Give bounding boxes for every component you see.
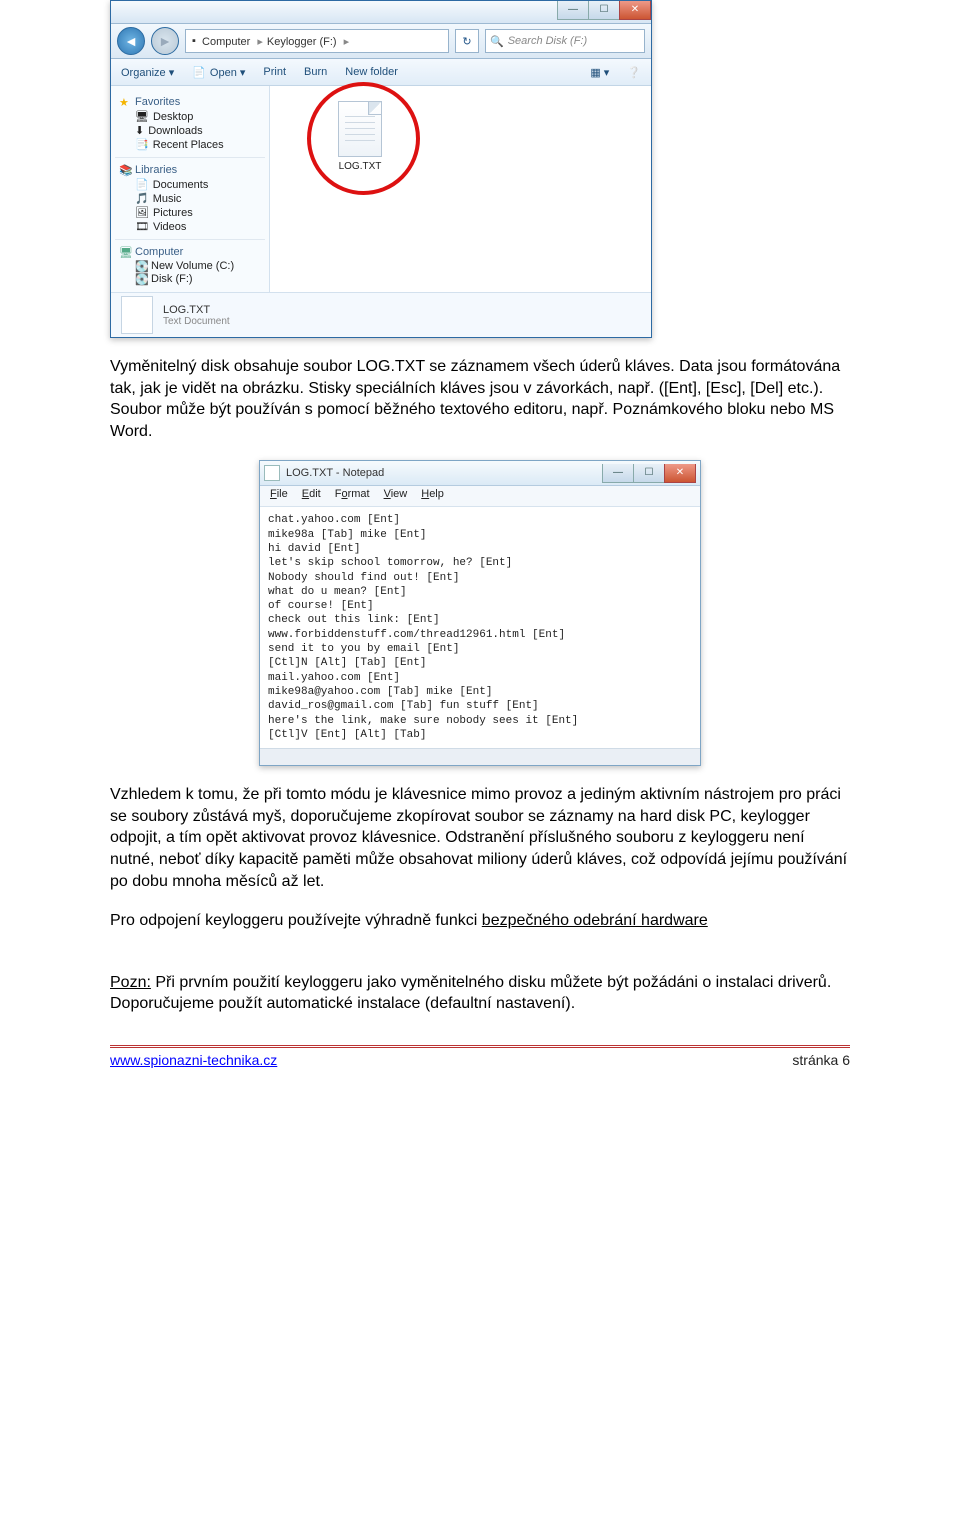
- notepad-title: LOG.TXT - Notepad: [286, 467, 384, 479]
- paragraph-1: Vyměnitelný disk obsahuje soubor LOG.TXT…: [110, 356, 850, 442]
- menu-help[interactable]: Help: [415, 486, 450, 506]
- np-minimize-button[interactable]: —: [602, 464, 634, 483]
- burn-button[interactable]: Burn: [304, 66, 327, 78]
- computer-icon: 🖥: [119, 246, 131, 258]
- footer-page: stránka 6: [792, 1052, 850, 1068]
- menu-edit[interactable]: Edit: [296, 486, 327, 506]
- notepad-body[interactable]: chat.yahoo.com [Ent] mike98a [Tab] mike …: [260, 507, 700, 748]
- np-close-button[interactable]: ✕: [664, 464, 696, 483]
- explorer-titlebar: — ☐ ✕: [111, 1, 651, 24]
- notepad-menu: File Edit Format View Help: [260, 486, 700, 507]
- forward-button[interactable]: ►: [151, 27, 179, 55]
- search-icon: 🔍: [490, 35, 504, 48]
- sidebar-item-volume-c[interactable]: 💽New Volume (C:): [135, 260, 265, 272]
- explorer-content: LOG.TXT: [270, 86, 651, 286]
- disk-icon: 💽: [135, 260, 147, 272]
- explorer-sidebar: ★Favorites 🖥Desktop ⬇Downloads 📑Recent P…: [111, 86, 270, 292]
- newfolder-button[interactable]: New folder: [345, 66, 398, 78]
- note-text: Při prvním použití keyloggeru jako vyměn…: [110, 974, 831, 1013]
- sidebar-item-recent[interactable]: 📑Recent Places: [135, 138, 265, 151]
- minimize-button[interactable]: —: [557, 1, 589, 20]
- sidebar-favorites[interactable]: ★Favorites: [119, 96, 265, 108]
- safe-remove-link[interactable]: bezpečného odebrání hardware: [482, 912, 708, 929]
- details-file-name: LOG.TXT: [163, 304, 230, 316]
- crumb-computer[interactable]: Computer: [202, 35, 267, 48]
- sidebar-item-pictures[interactable]: 🖼Pictures: [135, 206, 265, 219]
- pictures-icon: 🖼: [135, 206, 149, 219]
- details-file-icon: [121, 296, 153, 334]
- sidebar-libraries[interactable]: 📚Libraries: [119, 164, 265, 176]
- refresh-button[interactable]: ↻: [455, 29, 479, 53]
- breadcrumb[interactable]: ▪ ComputerKeylogger (F:): [185, 29, 449, 53]
- sidebar-computer[interactable]: 🖥Computer: [119, 246, 265, 258]
- organize-button[interactable]: Organize ▾: [121, 66, 174, 79]
- explorer-window: — ☐ ✕ ◄ ► ▪ ComputerKeylogger (F:) ↻ 🔍 S…: [110, 0, 652, 338]
- recent-icon: 📑: [135, 138, 149, 151]
- notepad-icon: 📄: [192, 66, 206, 79]
- documents-icon: 📄: [135, 178, 149, 191]
- disk-icon: 💽: [135, 273, 147, 285]
- view-button[interactable]: ▦ ▾: [590, 66, 609, 79]
- paragraph-2: Vzhledem k tomu, že při tomto módu je kl…: [110, 784, 850, 892]
- menu-format[interactable]: Format: [329, 486, 376, 506]
- menu-file[interactable]: File: [264, 486, 294, 506]
- paragraph-3: Pro odpojení keyloggeru používejte výhra…: [110, 910, 850, 932]
- notepad-icon: [264, 465, 280, 481]
- sidebar-item-desktop[interactable]: 🖥Desktop: [135, 110, 265, 123]
- explorer-details: LOG.TXT Text Document: [111, 292, 651, 337]
- help-button[interactable]: ❔: [627, 66, 641, 79]
- search-placeholder: Search Disk (F:): [508, 35, 587, 47]
- sidebar-item-videos[interactable]: 🎞Videos: [135, 220, 265, 233]
- maximize-button[interactable]: ☐: [588, 1, 620, 20]
- sidebar-item-disk-f[interactable]: 💽Disk (F:): [135, 273, 265, 285]
- search-input[interactable]: 🔍 Search Disk (F:): [485, 29, 645, 53]
- print-button[interactable]: Print: [263, 66, 286, 78]
- np-maximize-button[interactable]: ☐: [633, 464, 665, 483]
- star-icon: ★: [119, 96, 131, 108]
- sidebar-item-downloads[interactable]: ⬇Downloads: [135, 124, 265, 137]
- footer-url[interactable]: www.spionazni-technika.cz: [110, 1052, 277, 1068]
- explorer-nav: ◄ ► ▪ ComputerKeylogger (F:) ↻ 🔍 Search …: [111, 24, 651, 59]
- libraries-icon: 📚: [119, 164, 131, 176]
- music-icon: 🎵: [135, 192, 149, 205]
- page-footer: www.spionazni-technika.cz stránka 6: [110, 1045, 850, 1068]
- downloads-icon: ⬇: [135, 124, 144, 137]
- open-button[interactable]: 📄Open ▾: [192, 66, 245, 79]
- explorer-toolbar: Organize ▾ 📄Open ▾ Print Burn New folder…: [111, 59, 651, 86]
- menu-view[interactable]: View: [378, 486, 414, 506]
- crumb-drive[interactable]: Keylogger (F:): [267, 35, 353, 48]
- back-button[interactable]: ◄: [117, 27, 145, 55]
- sidebar-item-music[interactable]: 🎵Music: [135, 192, 265, 205]
- sidebar-item-documents[interactable]: 📄Documents: [135, 178, 265, 191]
- close-button[interactable]: ✕: [619, 1, 651, 20]
- notepad-titlebar: LOG.TXT - Notepad — ☐ ✕: [260, 461, 700, 486]
- desktop-icon: 🖥: [135, 110, 149, 123]
- notepad-window: LOG.TXT - Notepad — ☐ ✕ File Edit Format…: [259, 460, 701, 766]
- annotation-circle: [307, 82, 420, 195]
- notepad-scrollbar[interactable]: [260, 748, 700, 765]
- videos-icon: 🎞: [135, 220, 149, 233]
- details-file-type: Text Document: [163, 316, 230, 327]
- note-label: Pozn:: [110, 974, 151, 991]
- note-paragraph: Pozn: Při prvním použití keyloggeru jako…: [110, 972, 850, 1015]
